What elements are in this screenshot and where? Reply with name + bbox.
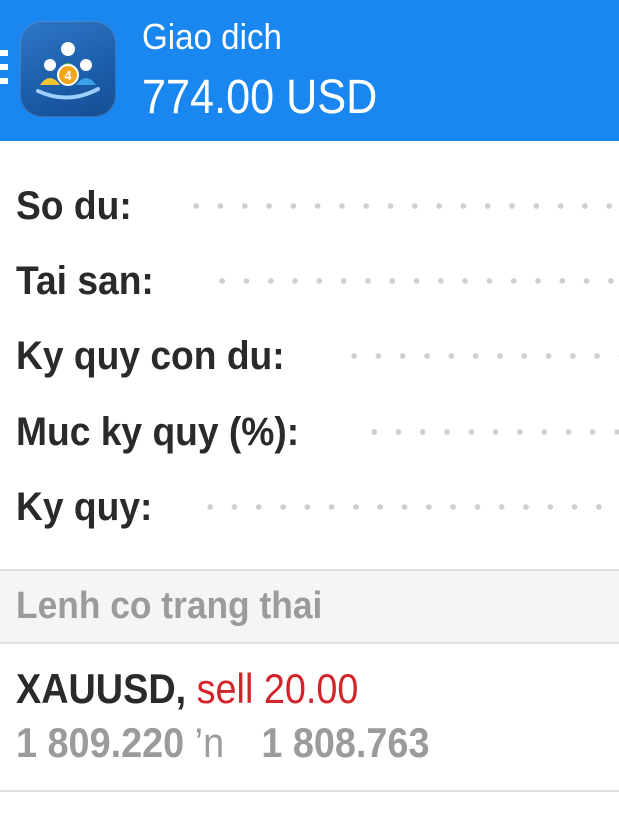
dotted-leader [210,246,619,316]
row-label: Tai san: [16,259,154,303]
terminal-screen: 4 Giao dich 774.00 USD So du: Tai san: K… [0,0,619,834]
position-type-volume: sell 20.00 [196,665,359,712]
row-label: Ky quy con du: [16,334,285,378]
dotted-leader [342,321,619,391]
position-prices: 1 809.220 ’n 1 808.763 [16,719,429,767]
position-row[interactable]: XAUUSD, sell 20.00 1 809.220 ’n 1 808.76… [0,645,619,792]
row-label: So du: [16,184,132,228]
current-price: 1 808.763 [261,719,430,766]
row-balance[interactable]: So du: [0,171,619,241]
row-equity[interactable]: Tai san: [0,246,619,316]
dotted-leader [362,397,619,467]
menu-icon[interactable] [0,50,8,94]
open-price: 1 809.220 [16,719,185,766]
account-balance-header: 774.00 USD [142,71,378,124]
row-margin-level[interactable]: Muc ky quy (%): [0,397,619,467]
position-summary: XAUUSD, sell 20.00 [16,665,358,713]
metatrader-logo-graphic: 4 [36,42,100,100]
dotted-leader [198,472,619,542]
price-arrow: ’n [194,719,225,766]
row-free-margin[interactable]: Ky quy con du: [0,321,619,391]
logo-badge-text: 4 [64,68,72,83]
page-title: Giao dich [142,16,282,57]
row-margin[interactable]: Ky quy: [0,472,619,542]
app-header: 4 Giao dich 774.00 USD [0,0,619,141]
dotted-leader [184,171,619,241]
row-label: Muc ky quy (%): [16,410,300,454]
metatrader-logo-icon[interactable]: 4 [20,21,116,117]
section-title: Lenh co trang thai [16,585,323,627]
position-symbol: XAUUSD, [16,665,187,712]
positions-section-header: Lenh co trang thai [0,569,619,644]
row-label: Ky quy: [16,485,153,529]
